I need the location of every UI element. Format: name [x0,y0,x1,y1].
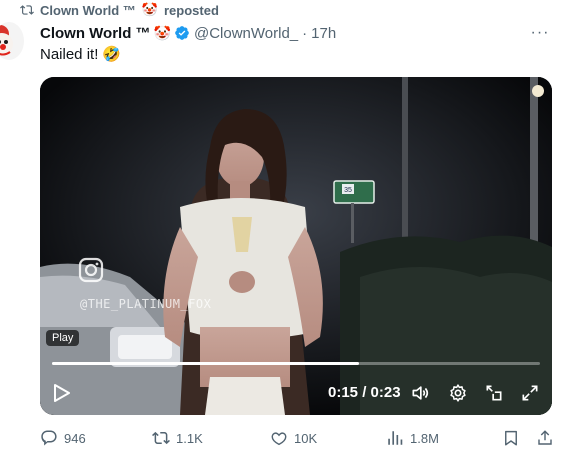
tweet-text: Nailed it! 🤣 [40,45,122,64]
tweet-text-emoji: 🤣 [102,46,122,63]
tweet-header: Clown World ™ 🤡 @ClownWorld_ · 17h ··· [40,22,553,44]
verified-badge-icon[interactable] [174,25,190,41]
like-button[interactable]: 10K [270,429,317,447]
repost-emoji: 🤡 [141,2,158,17]
tweet-action-bar: 946 1.1K 10K 1.8M [40,428,557,448]
separator-dot: · [302,24,308,42]
tweet-text-body: Nailed it! [40,45,99,63]
road-sign-number: 35 [344,187,352,194]
clown-avatar-image [0,22,24,60]
share-button[interactable] [536,429,554,447]
share-icon [538,430,552,445]
gear-icon[interactable] [448,383,468,403]
repost-icon [152,431,170,445]
views-count: 1.8M [410,430,439,446]
like-count: 10K [294,430,318,446]
repost-indicator: Clown World ™ 🤡 reposted [20,2,219,18]
repost-count: 1.1K [176,430,203,446]
video-progress-fill [52,362,360,365]
instagram-icon [78,257,104,283]
views-chart-icon [388,431,403,445]
reply-count: 946 [64,430,86,446]
bookmark-icon [505,430,517,446]
name-emoji: 🤡 [153,24,171,41]
display-name[interactable]: Clown World ™ [40,25,151,42]
more-options-button[interactable]: ··· [529,22,551,44]
play-icon[interactable] [54,384,70,402]
volume-icon[interactable] [410,383,430,403]
avatar[interactable] [0,22,24,60]
user-handle[interactable]: @ClownWorld_ [194,25,298,42]
heart-icon [271,432,287,446]
picture-in-picture-icon[interactable] [484,383,504,403]
bookmark-button[interactable] [502,429,520,447]
video-progress-bar[interactable] [52,362,540,365]
reply-button[interactable]: 946 [40,429,86,447]
video-watermark: @THE_PLATINUM_FOX [80,297,212,311]
video-time-readout: 0:15 / 0:23 [328,384,401,401]
play-tooltip: Play [46,330,80,346]
fullscreen-icon[interactable] [520,383,540,403]
reply-icon [41,430,57,446]
repost-icon [20,5,34,15]
views-button[interactable]: 1.8M [386,429,439,447]
repost-user-name[interactable]: Clown World ™ [40,3,136,18]
video-player[interactable]: 35 @THE_PLATINUM_FOX Play 0:15 / 0:23 [40,77,552,415]
timestamp[interactable]: 17h [311,25,336,42]
repost-label: reposted [164,2,219,18]
repost-button[interactable]: 1.1K [152,429,203,447]
